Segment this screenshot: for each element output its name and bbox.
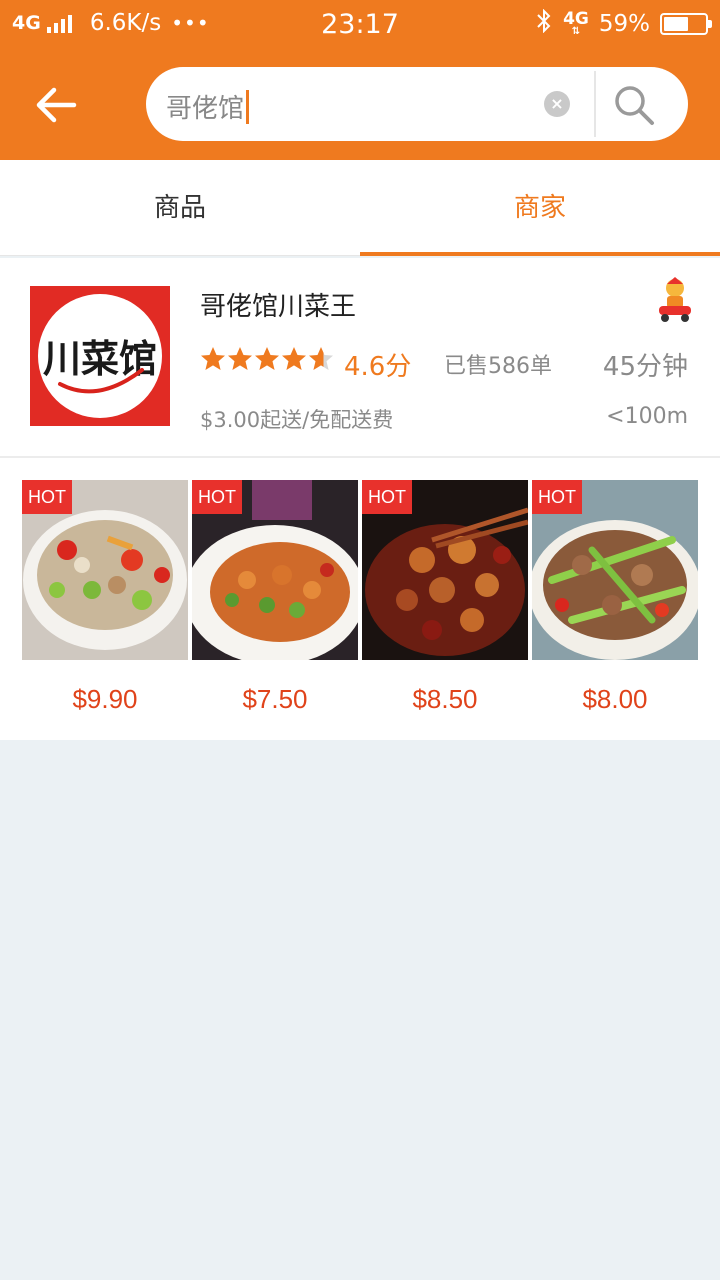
dish-price: $7.50 xyxy=(242,684,308,714)
dish-image: HOT xyxy=(532,480,698,660)
tab-bar: 商品 商家 xyxy=(0,160,720,256)
dish-price: $8.50 xyxy=(412,684,478,714)
dish-item[interactable]: HOT $9.90 xyxy=(22,480,188,715)
rating-score: 4.6分 xyxy=(344,352,412,382)
tab-merchants[interactable]: 商家 xyxy=(360,160,720,256)
search-bar: 哥佬馆 × xyxy=(146,67,688,141)
store-card[interactable]: 川菜馆 哥佬馆川菜王 4.6分 已售586单 45分钟 $3.00起送/免配送费… xyxy=(0,258,720,740)
delivery-time: 45分钟 xyxy=(602,352,688,382)
dish-price: $9.90 xyxy=(72,684,138,714)
store-distance: <100m xyxy=(606,404,688,429)
status-bar: 4G 6.6K/s ••• 23:17 4G ⇅ 59% xyxy=(0,0,720,50)
courier-delivery-icon xyxy=(655,276,695,324)
store-logo: 川菜馆 xyxy=(30,286,170,426)
hot-badge: HOT xyxy=(192,480,242,514)
dish-image: HOT xyxy=(362,480,528,660)
search-input[interactable]: 哥佬馆 xyxy=(166,88,250,125)
hot-badge: HOT xyxy=(532,480,582,514)
search-icon xyxy=(615,86,654,125)
dish-price: $8.00 xyxy=(582,684,648,714)
hot-badge: HOT xyxy=(22,480,72,514)
star-icon xyxy=(228,347,252,370)
dish-item[interactable]: HOT $7.50 xyxy=(192,480,358,715)
battery-icon xyxy=(660,13,712,35)
store-name: 哥佬馆川菜王 xyxy=(200,292,357,322)
star-icon xyxy=(255,347,279,370)
app-header: 4G 6.6K/s ••• 23:17 4G ⇅ 59% 哥佬馆 × xyxy=(0,0,720,160)
star-icon xyxy=(282,347,306,370)
text-caret xyxy=(246,89,250,124)
active-tab-indicator xyxy=(360,252,720,256)
back-arrow-icon xyxy=(36,87,77,123)
divider xyxy=(0,456,720,458)
store-logo-image: 川菜馆 xyxy=(43,336,157,394)
battery-percent: 59% xyxy=(598,11,650,37)
search-button[interactable] xyxy=(612,83,656,127)
svg-text:川菜馆: 川菜馆 xyxy=(43,336,157,381)
back-button[interactable] xyxy=(28,80,84,130)
star-icon xyxy=(309,347,333,370)
search-divider xyxy=(594,71,596,137)
rating-stars xyxy=(200,346,334,372)
clear-search-button[interactable]: × xyxy=(544,91,570,117)
tab-products[interactable]: 商品 xyxy=(0,160,360,256)
star-icon xyxy=(201,347,225,370)
dish-image: HOT xyxy=(192,480,358,660)
sold-count: 已售586单 xyxy=(444,354,552,379)
hot-badge: HOT xyxy=(362,480,412,514)
network-4g-icon: 4G ⇅ xyxy=(563,9,589,37)
hot-dishes-list: HOT $9.90 HOT $7.50 HOT $8.50 HOT $8.00 xyxy=(22,480,698,720)
dish-item[interactable]: HOT $8.50 xyxy=(362,480,528,715)
delivery-fee-info: $3.00起送/免配送费 xyxy=(200,408,394,432)
dish-image: HOT xyxy=(22,480,188,660)
dish-item[interactable]: HOT $8.00 xyxy=(532,480,698,715)
bluetooth-icon xyxy=(535,8,553,39)
